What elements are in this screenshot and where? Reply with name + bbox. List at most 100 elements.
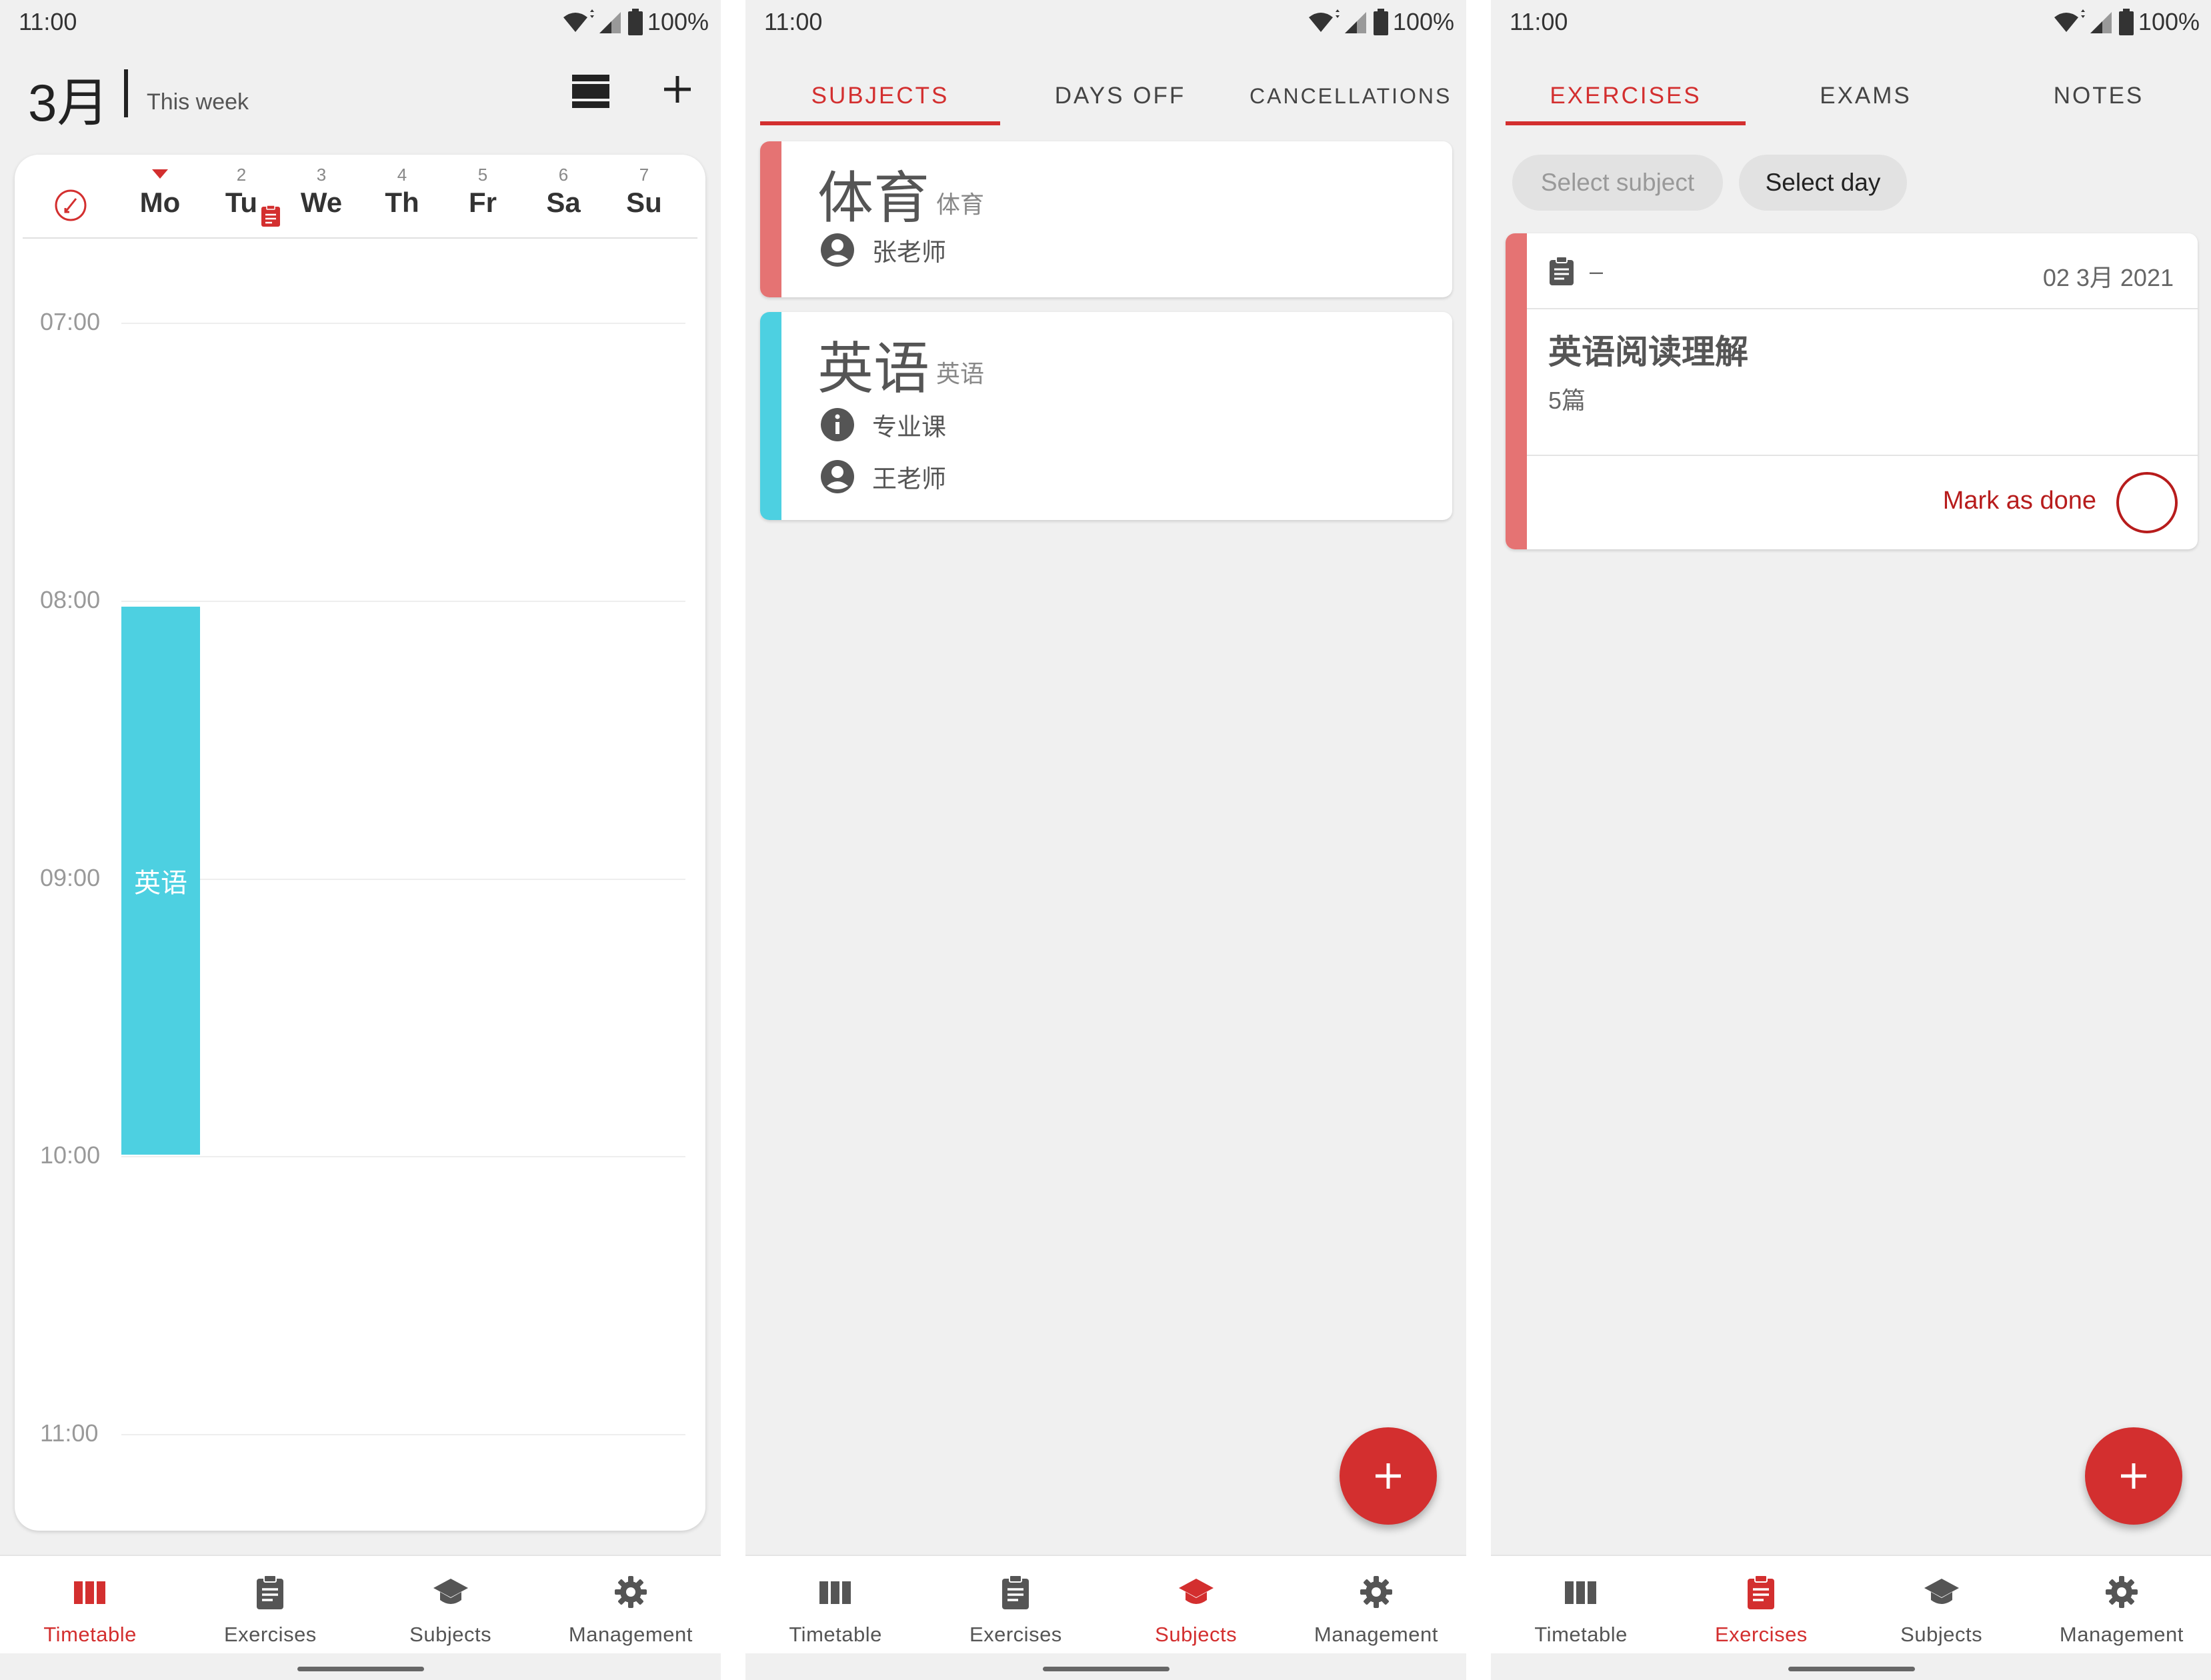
- clock-icon[interactable]: [53, 188, 88, 226]
- subject-short-name: 英语: [936, 360, 985, 387]
- mark-as-done-button[interactable]: Mark as done: [1943, 487, 2096, 515]
- info-row: 专业课: [820, 407, 946, 443]
- exercise-title: 英语阅读理解: [1548, 333, 1748, 371]
- status-time: 11:00: [1510, 8, 1568, 35]
- nav-exercises[interactable]: Exercises: [180, 1556, 360, 1653]
- nav-timetable[interactable]: Timetable: [1491, 1556, 1671, 1653]
- bottom-navigation: Timetable Exercises Subjects Management: [0, 1555, 721, 1653]
- subject-card[interactable]: 体育 体育 张老师: [760, 141, 1452, 297]
- teacher-name: 王老师: [872, 465, 946, 493]
- wifi-icon: [2054, 9, 2085, 32]
- nav-management[interactable]: Management: [2032, 1556, 2211, 1653]
- lesson-block-english[interactable]: 英语: [121, 607, 200, 1155]
- nav-subjects[interactable]: Subjects: [1106, 1556, 1286, 1653]
- graduation-cap-icon: [1924, 1579, 1959, 1604]
- card-divider: [1527, 455, 2198, 456]
- nav-label: Subjects: [1155, 1623, 1238, 1646]
- hour-label: 09:00: [40, 864, 101, 891]
- plus-icon: [2121, 1463, 2146, 1489]
- tab-indicator: [1506, 121, 1746, 125]
- bottom-navigation: Timetable Exercises Subjects Management: [1491, 1555, 2211, 1653]
- nav-label: Subjects: [409, 1623, 492, 1646]
- person-icon: [821, 460, 854, 493]
- exercise-detail: 5篇: [1548, 387, 1586, 414]
- wifi-icon: [1308, 9, 1340, 32]
- signal-icon: [599, 12, 621, 33]
- day-header-we[interactable]: 3 We: [288, 164, 355, 220]
- nav-label: Timetable: [1534, 1623, 1628, 1646]
- battery-percent: 100%: [647, 8, 709, 35]
- nav-management[interactable]: Management: [541, 1556, 721, 1653]
- nav-label: Exercises: [223, 1623, 317, 1646]
- tab-cancellations[interactable]: CANCELLATIONS: [1240, 67, 1466, 125]
- plus-icon: [1376, 1463, 1401, 1489]
- nav-label: Exercises: [969, 1623, 1062, 1646]
- lesson-label: 英语: [134, 869, 187, 898]
- day-header-su[interactable]: 7 Su: [611, 164, 677, 220]
- gear-icon: [2105, 1576, 2138, 1608]
- clipboard-icon: [1002, 1575, 1029, 1609]
- status-icons: 100%: [561, 7, 709, 37]
- nav-timetable[interactable]: Timetable: [0, 1556, 180, 1653]
- nav-timetable[interactable]: Timetable: [745, 1556, 925, 1653]
- day-header-fr[interactable]: 5 Fr: [449, 164, 516, 220]
- day-header-th[interactable]: 4 Th: [369, 164, 435, 220]
- timetable-grid: Mo 2 Tu 3 We 4 Th 5 Fr 6 Sa 7 Su 07:00 08:00 0…: [15, 155, 705, 1531]
- nav-exercises[interactable]: Exercises: [1671, 1556, 1851, 1653]
- status-time: 11:00: [764, 8, 823, 35]
- clipboard-icon: [1748, 1575, 1775, 1609]
- tab-exams[interactable]: EXAMS: [1746, 67, 1986, 125]
- exercise-date: 02 3月 2021: [2042, 264, 2174, 291]
- subject-color-bar: [760, 141, 781, 297]
- subject-title: 英语: [817, 337, 930, 400]
- signal-icon: [1344, 12, 1366, 33]
- exercise-card[interactable]: – 02 3月 2021 英语阅读理解 5篇 Mark as done: [1506, 233, 2198, 549]
- nav-label: Management: [2059, 1623, 2184, 1646]
- current-month[interactable]: 3月: [28, 61, 109, 136]
- tab-subjects[interactable]: SUBJECTS: [760, 67, 1000, 125]
- hour-label: 10:00: [40, 1141, 101, 1169]
- subject-color-bar: [1506, 233, 1527, 549]
- battery-icon: [1373, 9, 1388, 35]
- bottom-navigation: Timetable Exercises Subjects Management: [745, 1555, 1466, 1653]
- home-indicator[interactable]: [297, 1667, 424, 1671]
- clipboard-icon: [1548, 256, 1575, 289]
- hour-line: [121, 1434, 685, 1435]
- day-header-mo[interactable]: Mo: [127, 164, 193, 220]
- home-indicator[interactable]: [1788, 1667, 1915, 1671]
- tab-notes[interactable]: NOTES: [1986, 67, 2211, 125]
- wifi-icon: [563, 9, 594, 32]
- add-exercise-button[interactable]: [2085, 1427, 2182, 1525]
- nav-exercises[interactable]: Exercises: [925, 1556, 1106, 1653]
- status-icons: 100%: [1306, 7, 1454, 37]
- day-header-sa[interactable]: 6 Sa: [530, 164, 597, 220]
- card-divider: [1527, 308, 2198, 309]
- timetable-icon: [74, 1581, 106, 1604]
- tab-days-off[interactable]: DAYS OFF: [1000, 67, 1240, 125]
- view-toggle-icon[interactable]: [572, 73, 612, 113]
- title-divider: [124, 69, 128, 117]
- subject-short-name: 体育: [936, 191, 985, 218]
- timetable-screen: 11:00 100% 3月 This week Mo 2 Tu 3 We 4 Th 5…: [0, 0, 721, 1680]
- nav-subjects[interactable]: Subjects: [361, 1556, 541, 1653]
- week-range-label[interactable]: This week: [147, 89, 249, 115]
- nav-management[interactable]: Management: [1286, 1556, 1466, 1653]
- add-subject-button[interactable]: [1340, 1427, 1437, 1525]
- gear-icon: [614, 1576, 647, 1608]
- select-subject-chip[interactable]: Select subject: [1512, 155, 1723, 211]
- select-day-chip[interactable]: Select day: [1739, 155, 1907, 211]
- nav-subjects[interactable]: Subjects: [1852, 1556, 2032, 1653]
- battery-percent: 100%: [1392, 8, 1454, 35]
- hour-line: [121, 1156, 685, 1157]
- subject-type: 专业课: [872, 413, 946, 441]
- subject-card[interactable]: 英语 英语 专业课 王老师: [760, 312, 1452, 520]
- add-icon[interactable]: [660, 72, 695, 110]
- tab-exercises[interactable]: EXERCISES: [1506, 67, 1746, 125]
- graduation-cap-icon: [433, 1579, 468, 1604]
- teacher-name: 张老师: [872, 239, 946, 266]
- done-checkbox[interactable]: [2116, 472, 2178, 533]
- exercise-subject: –: [1590, 257, 1604, 285]
- exercise-badge-icon: [261, 205, 280, 230]
- battery-icon: [627, 9, 643, 35]
- home-indicator[interactable]: [1042, 1667, 1170, 1671]
